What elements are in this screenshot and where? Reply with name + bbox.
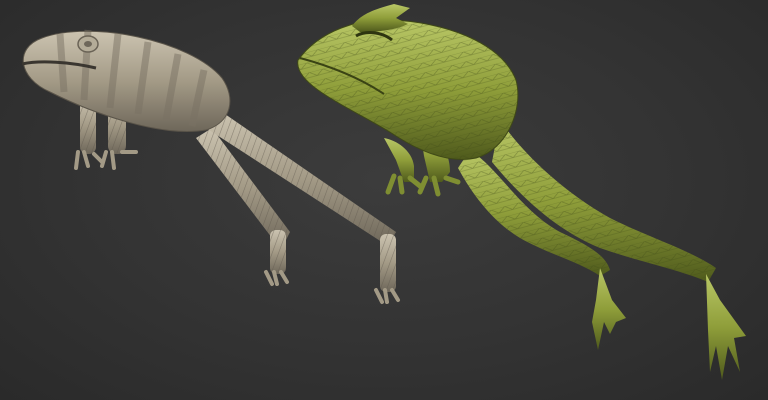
sculpted-frog-body[interactable] bbox=[297, 4, 519, 160]
3d-viewport[interactable] bbox=[0, 0, 768, 400]
zsphere-frog-hind-leg-near[interactable] bbox=[206, 112, 400, 304]
sculpted-frog-hind-leg-near[interactable] bbox=[492, 120, 746, 380]
sculpted-frog-model[interactable] bbox=[297, 4, 746, 380]
viewport-canvas[interactable] bbox=[0, 0, 768, 400]
zsphere-frog-body[interactable] bbox=[21, 29, 231, 132]
